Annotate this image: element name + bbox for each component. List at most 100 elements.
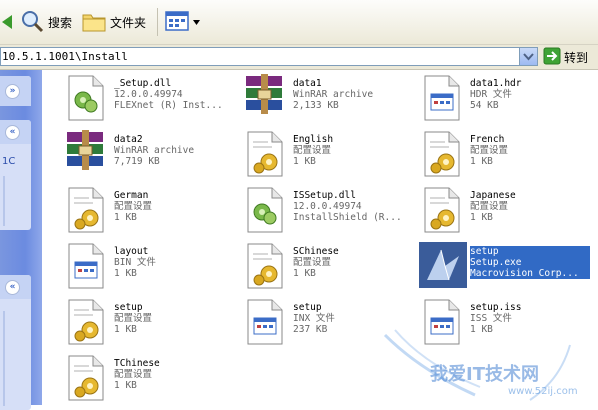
file-item[interactable]: ISSetup.dll 12.0.0.49974 InstallShield (R.… (240, 184, 415, 238)
go-button[interactable]: 转到 (543, 47, 589, 66)
file-info: 1 KB (114, 380, 137, 391)
config-icon (63, 354, 109, 402)
file-info: InstallShield (R... (293, 212, 402, 223)
file-type: 配置设置 (470, 145, 509, 156)
file-item[interactable]: layout BIN 文件 1 KB (61, 240, 236, 294)
file-item[interactable]: German 配置设置 1 KB (61, 184, 236, 238)
file-type: 配置设置 (114, 313, 153, 324)
file-list: _Setup.dll 12.0.0.49974 FLEXnet (R) Inst..… (43, 70, 598, 405)
config-icon (63, 186, 109, 234)
back-arrow-icon[interactable] (0, 9, 12, 35)
go-label: 转到 (564, 50, 589, 65)
file-name: German (114, 190, 149, 201)
file-info: 7,719 KB (114, 156, 160, 167)
file-type: 12.0.0.49974 (114, 89, 183, 100)
file-item[interactable]: TChinese 配置设置 1 KB (61, 352, 236, 406)
file-name: layout (114, 246, 149, 257)
file-details: _Setup.dll 12.0.0.49974 FLEXnet (R) Inst..… (114, 78, 234, 111)
folder-icon (82, 10, 106, 35)
file-name: _Setup.dll (114, 78, 172, 89)
winrar-icon (63, 130, 109, 178)
file-details: English 配置设置 1 KB (293, 134, 413, 167)
chevron-down-icon (193, 16, 200, 29)
task-group: » (0, 76, 31, 106)
file-name: English (293, 134, 334, 145)
file-name: French (470, 134, 505, 145)
file-type: INX 文件 (293, 313, 335, 324)
file-name: setup (114, 302, 143, 313)
file-name: setup (293, 302, 322, 313)
dll-icon (63, 74, 109, 122)
file-name: data1.hdr (470, 78, 522, 89)
file-type: 配置设置 (114, 369, 153, 380)
generic-file-icon (63, 242, 109, 290)
dll-icon (242, 186, 288, 234)
file-item[interactable]: data1 WinRAR archive 2,133 KB (240, 72, 415, 126)
file-name: ISSetup.dll (293, 190, 356, 201)
file-item[interactable]: French 配置设置 1 KB (417, 128, 592, 182)
file-type: ISS 文件 (470, 313, 512, 324)
expand-icon[interactable]: « (5, 280, 20, 295)
toolbar-separator (157, 8, 158, 36)
file-item[interactable]: Japanese 配置设置 1 KB (417, 184, 592, 238)
file-item[interactable]: data2 WinRAR archive 7,719 KB (61, 128, 236, 182)
generic-file-icon (419, 298, 465, 346)
expand-icon[interactable]: « (5, 125, 20, 140)
toolbar: 搜索 文件夹 (0, 0, 598, 45)
file-type: 12.0.0.49974 (293, 201, 362, 212)
file-details: Japanese 配置设置 1 KB (470, 190, 590, 223)
file-type: Setup.exe (470, 257, 522, 268)
address-path: 10.5.1.1001\Install (2, 50, 128, 63)
file-name: SChinese (293, 246, 339, 257)
config-icon (242, 130, 288, 178)
address-field[interactable]: 10.5.1.1001\Install (0, 47, 538, 66)
file-info: 1 KB (470, 212, 493, 223)
views-button[interactable] (165, 9, 200, 35)
file-details: setup INX 文件 237 KB (293, 302, 413, 335)
file-info: 54 KB (470, 100, 499, 111)
file-item[interactable]: setup 配置设置 1 KB (61, 296, 236, 350)
search-button[interactable]: 搜索 (20, 9, 72, 35)
views-icon (165, 10, 189, 35)
file-name: TChinese (114, 358, 160, 369)
file-name: setup.iss (470, 302, 522, 313)
file-info: 1 KB (470, 156, 493, 167)
file-type: WinRAR archive (293, 89, 374, 100)
chevron-down-icon (523, 53, 534, 61)
file-name: Japanese (470, 190, 516, 201)
file-item[interactable]: setup.iss ISS 文件 1 KB (417, 296, 592, 350)
file-details: TChinese 配置设置 1 KB (114, 358, 234, 391)
collapse-icon[interactable]: » (5, 84, 20, 99)
file-item[interactable]: _Setup.dll 12.0.0.49974 FLEXnet (R) Inst..… (61, 72, 236, 126)
winrar-icon (242, 74, 288, 122)
file-info: 1 KB (114, 324, 137, 335)
task-group: « (0, 275, 31, 410)
search-label: 搜索 (48, 15, 73, 30)
file-info: 2,133 KB (293, 100, 339, 111)
generic-file-icon (242, 298, 288, 346)
file-info: 1 KB (114, 212, 137, 223)
file-details: data1.hdr HDR 文件 54 KB (470, 78, 590, 111)
file-type: 配置设置 (293, 257, 332, 268)
file-details: layout BIN 文件 1 KB (114, 246, 234, 279)
task-pane-text: 1C (2, 156, 16, 167)
file-item[interactable]: setup INX 文件 237 KB (240, 296, 415, 350)
file-details: setup.iss ISS 文件 1 KB (470, 302, 590, 335)
file-type: 配置设置 (114, 201, 153, 212)
folders-button[interactable]: 文件夹 (82, 9, 146, 35)
file-item[interactable]: SChinese 配置设置 1 KB (240, 240, 415, 294)
file-type: HDR 文件 (470, 89, 512, 100)
file-info: 1 KB (114, 268, 137, 279)
file-item[interactable]: English 配置设置 1 KB (240, 128, 415, 182)
file-name: data1 (293, 78, 322, 89)
file-details: ISSetup.dll 12.0.0.49974 InstallShield (R.… (293, 190, 413, 223)
config-icon (242, 242, 288, 290)
config-icon (419, 186, 465, 234)
file-type: BIN 文件 (114, 257, 156, 268)
file-item[interactable]: setup Setup.exe Macrovision Corp... (417, 240, 592, 294)
file-item[interactable]: data1.hdr HDR 文件 54 KB (417, 72, 592, 126)
generic-file-icon (419, 74, 465, 122)
address-dropdown-button[interactable] (519, 48, 537, 65)
file-name: data2 (114, 134, 143, 145)
task-pane: » « 1C « (0, 70, 42, 410)
